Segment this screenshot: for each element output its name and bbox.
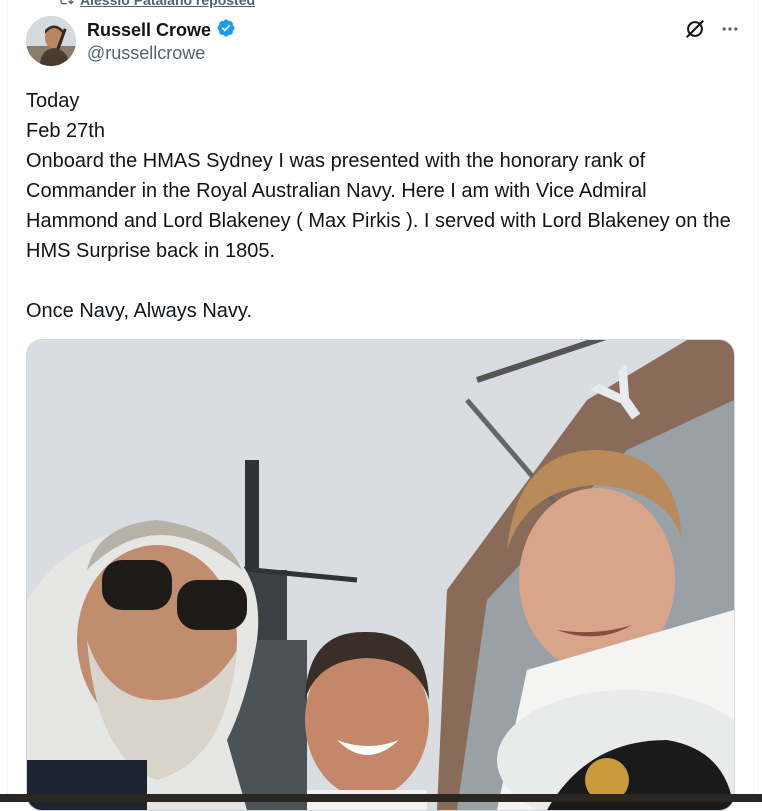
avatar[interactable] bbox=[26, 16, 76, 66]
author-name-row[interactable]: Russell Crowe bbox=[87, 18, 236, 43]
post-line: Once Navy, Always Navy. bbox=[26, 300, 252, 322]
post-photo[interactable]: Y bbox=[26, 339, 735, 811]
post-line: Today bbox=[26, 90, 80, 112]
verified-badge-icon bbox=[216, 18, 236, 43]
repost-indicator[interactable]: Alessio Patalano reposted bbox=[58, 0, 255, 8]
grok-icon[interactable] bbox=[684, 18, 706, 45]
timeline-border-right bbox=[753, 0, 754, 802]
author-name[interactable]: Russell Crowe bbox=[87, 20, 211, 41]
author-handle[interactable]: @russellcrowe bbox=[87, 43, 205, 64]
repost-text[interactable]: Alessio Patalano reposted bbox=[80, 0, 255, 8]
post-text: Today Feb 27th Onboard the HMAS Sydney I w… bbox=[26, 86, 738, 326]
post-actions-top bbox=[684, 18, 740, 45]
more-icon[interactable] bbox=[720, 19, 740, 44]
post-line bbox=[26, 266, 738, 296]
timeline-border-left bbox=[7, 0, 8, 802]
taskbar-edge bbox=[0, 794, 762, 802]
post-line: Feb 27th bbox=[26, 120, 105, 142]
repost-icon bbox=[58, 0, 74, 10]
post-line: Onboard the HMAS Sydney I was presented … bbox=[26, 150, 737, 262]
